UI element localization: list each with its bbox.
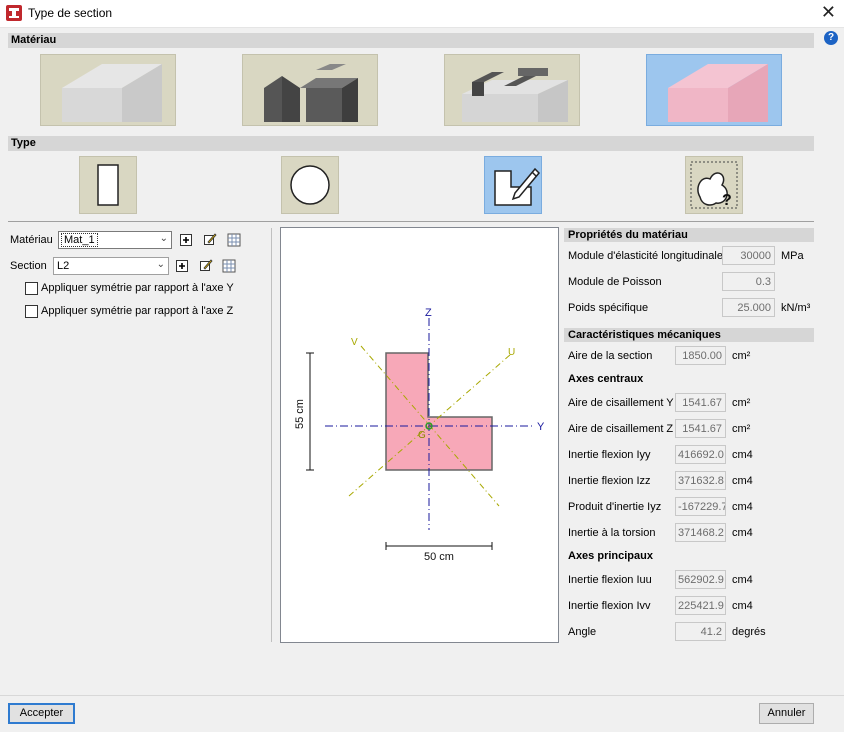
area-label: Aire de la section bbox=[568, 350, 653, 362]
material-steel-button[interactable] bbox=[242, 54, 378, 126]
iuu-field[interactable]: 562902.9 bbox=[675, 570, 726, 589]
iyz-label: Produit d'inertie Iyz bbox=[568, 501, 662, 513]
shear-z-label: Aire de cisaillement Z bbox=[568, 423, 674, 435]
height-dimension-label: 55 cm bbox=[294, 399, 306, 429]
central-axes-header: Axes centraux bbox=[568, 373, 644, 385]
material-label: Matériau bbox=[10, 234, 53, 246]
material-mixed-button[interactable] bbox=[444, 54, 580, 126]
ivv-unit: cm4 bbox=[732, 600, 753, 612]
elastic-modulus-label: Module d'élasticité longitudinale bbox=[568, 250, 723, 262]
panel-divider bbox=[271, 228, 272, 642]
angle-field[interactable]: 41.2 bbox=[675, 622, 726, 641]
principal-axes-header: Axes principaux bbox=[568, 550, 653, 562]
poisson-field[interactable]: 0.3 bbox=[722, 272, 775, 291]
shear-y-unit: cm² bbox=[732, 397, 751, 409]
mixed-profile-icon bbox=[462, 68, 568, 122]
centroid-label: G bbox=[418, 430, 426, 441]
torsion-unit: cm4 bbox=[732, 527, 753, 539]
ivv-label: Inertie flexion Ivv bbox=[568, 600, 651, 612]
shear-z-field[interactable]: 1541.67 bbox=[675, 419, 726, 438]
torsion-label: Inertie à la torsion bbox=[568, 527, 656, 539]
steel-profile-icon bbox=[264, 64, 358, 122]
section-select[interactable]: L2 ⌄ bbox=[53, 257, 169, 275]
material-table-icon[interactable] bbox=[227, 233, 241, 247]
symmetry-z-checkbox[interactable] bbox=[25, 305, 38, 318]
generic-material-icon bbox=[668, 64, 768, 122]
type-circle-button[interactable] bbox=[281, 156, 339, 214]
unknown-section-icon: ? bbox=[690, 161, 738, 209]
elastic-modulus-field[interactable]: 30000 bbox=[722, 246, 775, 265]
cancel-button[interactable]: Annuler bbox=[759, 703, 814, 724]
type-unknown-button[interactable]: ? bbox=[685, 156, 743, 214]
l-section-shape bbox=[385, 352, 493, 471]
axis-u-label: U bbox=[508, 347, 515, 358]
iyz-field[interactable]: -167229.7 bbox=[675, 497, 726, 516]
symmetry-y-checkbox[interactable] bbox=[25, 282, 38, 295]
add-material-icon[interactable] bbox=[179, 233, 193, 247]
angle-unit: degrés bbox=[732, 626, 766, 638]
rectangle-section-icon bbox=[97, 164, 119, 206]
window-title: Type de section bbox=[28, 6, 113, 20]
edit-material-icon[interactable] bbox=[203, 232, 217, 246]
section-select-value: L2 bbox=[57, 260, 70, 272]
iuu-unit: cm4 bbox=[732, 574, 753, 586]
add-section-icon[interactable] bbox=[175, 259, 189, 273]
izz-label: Inertie flexion Izz bbox=[568, 475, 651, 487]
iyz-unit: cm4 bbox=[732, 501, 753, 513]
mechanical-header: Caractéristiques mécaniques bbox=[564, 328, 814, 342]
edit-section-icon[interactable] bbox=[199, 258, 213, 272]
shear-y-label: Aire de cisaillement Y bbox=[568, 397, 674, 409]
circle-section-icon bbox=[290, 165, 330, 205]
section-drawing: Z Y V U G 55 cm 50 cm bbox=[294, 307, 545, 563]
specific-weight-label: Poids spécifique bbox=[568, 302, 649, 314]
shear-z-unit: cm² bbox=[732, 423, 751, 435]
chevron-down-icon: ⌄ bbox=[159, 233, 168, 244]
material-select-value: Mat_1 bbox=[61, 233, 98, 247]
torsion-field[interactable]: 371468.2 bbox=[675, 523, 726, 542]
shear-y-field[interactable]: 1541.67 bbox=[675, 393, 726, 412]
angle-label: Angle bbox=[568, 626, 597, 638]
elastic-modulus-unit: MPa bbox=[781, 250, 804, 262]
accept-button[interactable]: Accepter bbox=[8, 703, 75, 724]
poisson-label: Module de Poisson bbox=[568, 276, 662, 288]
section-label: Section bbox=[10, 260, 47, 272]
title-bar: Type de section ✕ bbox=[0, 0, 844, 28]
type-polygon-button[interactable] bbox=[484, 156, 542, 214]
content-separator bbox=[8, 221, 814, 222]
axis-z-label: Z bbox=[425, 307, 432, 319]
material-concrete-button[interactable] bbox=[40, 54, 176, 126]
material-properties-header: Propriétés du matériau bbox=[564, 228, 814, 242]
chevron-down-icon: ⌄ bbox=[156, 259, 165, 270]
axis-y-label: Y bbox=[537, 421, 545, 433]
area-unit: cm² bbox=[732, 350, 751, 362]
polygon-edit-section-icon bbox=[494, 167, 541, 206]
material-select[interactable]: Mat_1 ⌄ bbox=[58, 231, 172, 249]
symmetry-z-label: Appliquer symétrie par rapport à l'axe Z bbox=[41, 305, 234, 317]
area-field[interactable]: 1850.00 bbox=[675, 346, 726, 365]
specific-weight-unit: kN/m³ bbox=[781, 302, 811, 314]
izz-field[interactable]: 371632.8 bbox=[675, 471, 726, 490]
section-drawing-canvas: Z Y V U G 55 cm 50 cm bbox=[280, 227, 559, 643]
close-icon[interactable]: ✕ bbox=[821, 2, 836, 22]
help-icon[interactable]: ? bbox=[824, 31, 838, 45]
section-table-icon[interactable] bbox=[222, 259, 236, 273]
width-dimension-label: 50 cm bbox=[424, 551, 454, 563]
footer-separator bbox=[0, 695, 844, 696]
ivv-field[interactable]: 225421.9 bbox=[675, 596, 726, 615]
specific-weight-field[interactable]: 25.000 bbox=[722, 298, 775, 317]
iyy-unit: cm4 bbox=[732, 449, 753, 461]
iyy-field[interactable]: 416692.0 bbox=[675, 445, 726, 464]
type-rectangle-button[interactable] bbox=[79, 156, 137, 214]
app-logo-icon bbox=[6, 5, 22, 21]
concrete-block-icon bbox=[62, 64, 162, 122]
material-generic-button[interactable] bbox=[646, 54, 782, 126]
material-section-header: Matériau bbox=[8, 33, 814, 48]
symmetry-y-label: Appliquer symétrie par rapport à l'axe Y bbox=[41, 282, 234, 294]
svg-text:?: ? bbox=[722, 192, 732, 209]
axis-v-label: V bbox=[351, 337, 358, 348]
iuu-label: Inertie flexion Iuu bbox=[568, 574, 652, 586]
iyy-label: Inertie flexion Iyy bbox=[568, 449, 651, 461]
type-section-header: Type bbox=[8, 136, 814, 151]
izz-unit: cm4 bbox=[732, 475, 753, 487]
